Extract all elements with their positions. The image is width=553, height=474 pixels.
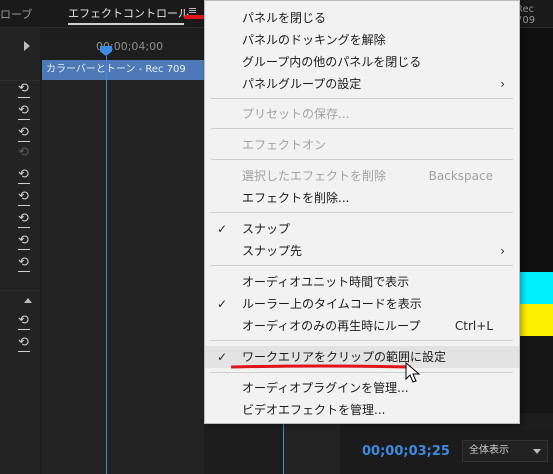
reset-icon-underline — [18, 351, 30, 352]
reset-icon-underline — [18, 141, 30, 142]
active-tab-indicator — [68, 23, 184, 25]
menu-item-effect-on: エフェクトオン — [242, 138, 327, 152]
row-divider — [0, 290, 40, 291]
checkmark-icon: ✓ — [217, 350, 228, 364]
color-bars-dark — [519, 28, 553, 272]
menu-item-delete-selected-effects: 選択したエフェクトを削除 Backspace — [205, 165, 519, 187]
submenu-arrow-icon: › — [500, 77, 505, 91]
reset-icon[interactable]: ⟲ — [18, 234, 32, 248]
menu-separator — [211, 98, 513, 99]
panel-gap — [284, 420, 340, 474]
tab-lumetri-scopes[interactable]: ローブ — [0, 6, 32, 22]
program-monitor-tab[interactable]: Rec 709 — [516, 4, 553, 26]
collapse-arrow-icon[interactable] — [24, 298, 32, 303]
reset-icon-underline — [18, 97, 30, 98]
mini-timeline — [42, 80, 204, 474]
menu-item-show-audio-time-units[interactable]: オーディオユニット時間で表示 — [205, 271, 519, 293]
reset-icon-underline — [18, 249, 30, 250]
menu-separator — [211, 372, 513, 373]
reset-icon-underline — [18, 183, 30, 184]
color-bar-yellow — [519, 304, 553, 336]
reset-icon-underline — [18, 119, 30, 120]
menu-item-snap-to[interactable]: スナップ先 › — [205, 240, 519, 262]
submenu-arrow-icon: › — [500, 244, 505, 258]
reset-icon[interactable]: ⟲ — [18, 126, 32, 140]
reset-icon[interactable]: ⟲ — [18, 336, 32, 350]
reset-icon-disabled: ⟲ — [18, 145, 29, 160]
checkmark-icon: ✓ — [217, 297, 228, 311]
menu-separator — [211, 212, 513, 213]
reset-icon[interactable]: ⟲ — [18, 190, 32, 204]
reset-icon-underline — [18, 205, 30, 206]
menu-separator — [211, 159, 513, 160]
checkmark-icon: ✓ — [217, 222, 228, 236]
zoom-fit-value: 全体表示 — [469, 445, 509, 456]
menu-item-panel-group-settings[interactable]: パネルグループの設定 › — [205, 73, 519, 95]
reset-icon[interactable]: ⟲ — [18, 314, 32, 328]
menu-separator — [211, 340, 513, 341]
program-timecode[interactable]: 00;00;03;25 — [362, 444, 450, 459]
menu-item-close-panel[interactable]: パネルを閉じる — [205, 7, 519, 29]
play-arrow-icon[interactable] — [24, 41, 30, 51]
reset-icon[interactable]: ⟲ — [18, 168, 32, 182]
menu-item-snap[interactable]: ✓ スナップ — [205, 218, 519, 240]
panel-context-menu: パネルを閉じる パネルのドッキングを解除 グループ内の他のパネルを閉じる パネル… — [204, 0, 520, 424]
red-annotation-underline — [231, 364, 411, 369]
menu-item-undock-panel[interactable]: パネルのドッキングを解除 — [205, 29, 519, 51]
reset-icon[interactable]: ⟲ — [18, 82, 32, 96]
shortcut-label: Backspace — [428, 169, 493, 183]
mouse-cursor-icon — [405, 362, 421, 383]
reset-icon[interactable]: ⟲ — [18, 104, 32, 118]
playhead-line — [106, 56, 107, 474]
menu-item-save-preset: プリセットの保存... — [242, 107, 350, 121]
menu-item-delete-effects[interactable]: エフェクトを削除... — [205, 187, 519, 209]
color-bar-cyan — [519, 272, 553, 304]
playhead-line-secondary — [283, 420, 284, 474]
reset-icon-underline — [18, 329, 30, 330]
menu-separator — [211, 128, 513, 129]
menu-item-loop-audio-only[interactable]: オーディオのみの再生時にループ Ctrl+L — [205, 315, 519, 337]
menu-item-manage-video-effects[interactable]: ビデオエフェクトを管理... — [205, 399, 519, 421]
menu-item-close-other-panels[interactable]: グループ内の他のパネルを閉じる — [205, 51, 519, 73]
menu-item-manage-audio-plugins[interactable]: オーディオプラグインを管理... — [205, 377, 519, 399]
menu-item-show-ruler-timecode[interactable]: ✓ ルーラー上のタイムコードを表示 — [205, 293, 519, 315]
shortcut-label: Ctrl+L — [454, 319, 493, 333]
reset-icon-underline — [18, 271, 30, 272]
chevron-down-icon — [533, 449, 541, 454]
reset-icon[interactable]: ⟲ — [18, 256, 32, 270]
reset-icon[interactable]: ⟲ — [18, 212, 32, 226]
menu-separator — [211, 265, 513, 266]
reset-icon-underline — [18, 227, 30, 228]
clip-bar[interactable]: カラーバーとトーン - Rec 709 — [42, 60, 204, 80]
zoom-fit-select[interactable]: 全体表示 — [462, 440, 548, 462]
tab-effect-controls[interactable]: エフェクトコントロール — [68, 5, 189, 21]
